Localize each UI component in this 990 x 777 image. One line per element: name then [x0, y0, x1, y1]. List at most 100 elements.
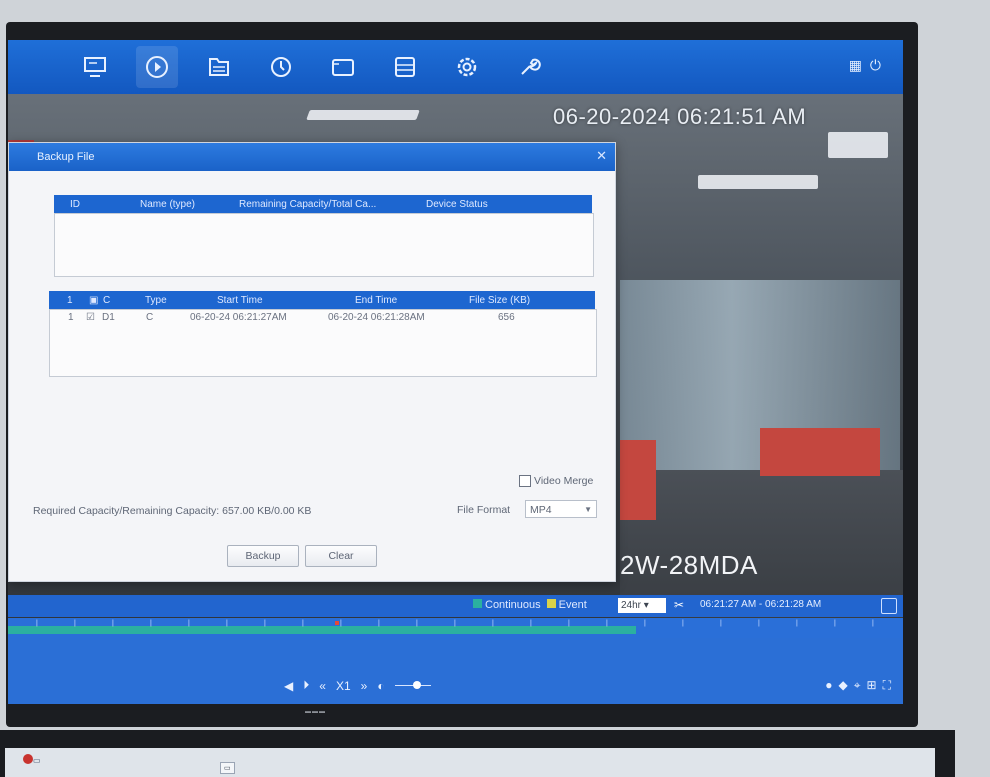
timeline-tick: |	[188, 620, 190, 627]
legend-event: Event	[546, 599, 587, 611]
backup-button[interactable]: Backup	[227, 545, 299, 567]
select-all-checkbox[interactable]: ▣	[89, 295, 98, 306]
ceiling-light	[698, 175, 818, 189]
row-index: 1	[68, 312, 74, 323]
timeline-range-text: 06:21:27 AM - 06:21:28 AM	[700, 599, 822, 610]
lock-icon[interactable]: ◆	[839, 678, 848, 693]
timeline-tick: |	[112, 620, 114, 627]
timeline-track[interactable]: ||||||||||||||||||||||||	[8, 618, 903, 638]
timeline-tick: |	[644, 620, 646, 627]
tooltip: ▭	[220, 762, 235, 774]
col-id: ID	[70, 198, 80, 210]
fullscreen-icon[interactable]: ⛶	[883, 678, 891, 693]
rewind-icon[interactable]: ◀	[284, 679, 293, 693]
table-row[interactable]: 1 ☑ D1 C 06-20-24 06:21:27AM 06-20-24 06…	[50, 312, 596, 328]
col-name: Name (type)	[140, 198, 196, 210]
file-format-value: MP4	[530, 504, 552, 516]
video-merge-option[interactable]: Video Merge	[519, 475, 594, 488]
file-format-select[interactable]: MP4 ▼	[525, 500, 597, 518]
nvr-screen: ▦ ⏻ 06-20-2024 06:21:51 AM 2W-28MDA Back…	[8, 40, 903, 704]
continuous-swatch	[473, 599, 482, 608]
timeline-range-value: 24hr	[621, 600, 642, 611]
play-pause-icon[interactable]: ⏵	[303, 678, 309, 693]
timeline-header: Continuous Event 24hr ▾ ✂ 06:21:27 AM - …	[8, 595, 903, 617]
file-table-header: 1 ▣ C Type Start Time End Time File Size…	[49, 291, 595, 309]
timeline-tick: |	[720, 620, 722, 627]
timeline-tick: |	[834, 620, 836, 627]
timeline-tick: |	[758, 620, 760, 627]
second-monitor-screen: ▭ ▭	[5, 748, 935, 777]
zoom-icon[interactable]: ⌖	[854, 678, 861, 693]
timeline-tick: |	[530, 620, 532, 627]
row-type: C	[146, 312, 154, 323]
clear-button[interactable]: Clear	[305, 545, 377, 567]
red-table	[620, 440, 656, 520]
live-view-icon[interactable]	[74, 46, 116, 88]
file-manage-icon[interactable]	[198, 46, 240, 88]
volume-icon[interactable]: ◐	[377, 679, 384, 693]
volume-knob[interactable]	[412, 681, 421, 689]
save-clip-icon[interactable]	[881, 598, 897, 614]
main-toolbar: ▦ ⏻	[8, 40, 903, 94]
volume-slider[interactable]	[394, 681, 431, 689]
close-icon[interactable]: ✕	[596, 148, 607, 164]
col-index: 1	[67, 294, 73, 306]
required-capacity-label: Required Capacity/Remaining Capacity:	[33, 505, 220, 517]
dialog-title: Backup File	[9, 143, 615, 171]
file-format-label: File Format	[457, 504, 511, 516]
event-swatch	[546, 599, 556, 608]
grid-icon[interactable]: ▦	[849, 57, 862, 74]
legend-continuous-label: Continuous	[485, 599, 541, 611]
timeline-tick: |	[264, 620, 266, 627]
timeline-tick: |	[226, 620, 228, 627]
timeline-tick: |	[454, 620, 456, 627]
timeline-tick: |	[378, 620, 380, 627]
timeline-tick: |	[796, 620, 798, 627]
device-table-body[interactable]	[54, 213, 594, 277]
maintenance-icon[interactable]	[508, 46, 550, 88]
timeline-tick: |	[36, 620, 38, 627]
legend-event-label: Event	[558, 599, 587, 611]
browser-icon[interactable]	[23, 754, 33, 764]
timeline-tick: |	[340, 620, 342, 627]
timeline-tick: |	[872, 620, 874, 627]
osd-camera-name: 2W-28MDA	[620, 550, 758, 580]
video-merge-label: Video Merge	[534, 475, 594, 487]
timeline-tick: |	[302, 620, 304, 627]
storage-icon[interactable]	[384, 46, 426, 88]
camera-icon[interactable]	[322, 46, 364, 88]
fast-forward-icon[interactable]: »	[361, 679, 368, 693]
timeline-tick: |	[150, 620, 152, 627]
required-capacity-value: 657.00 KB/0.00 KB	[222, 505, 312, 517]
timeline-tick: |	[682, 620, 684, 627]
row-end-time: 06-20-24 06:21:28AM	[328, 312, 425, 323]
backup-file-dialog: Backup File ✕ ID Name (type) Remaining C…	[8, 142, 616, 582]
playback-icon[interactable]	[136, 46, 178, 88]
layout-icon[interactable]: ⊞	[867, 678, 877, 693]
tag-icon[interactable]: ●	[825, 678, 832, 693]
col-end-time: End Time	[355, 294, 398, 306]
slow-icon[interactable]: «	[319, 679, 326, 693]
playback-controls: ◀ ⏵ « X1 » ◐ ● ◆ ⌖ ⊞ ⛶	[8, 638, 903, 704]
scissors-icon[interactable]: ✂	[674, 598, 684, 612]
smart-icon[interactable]	[260, 46, 302, 88]
browser-tab-text[interactable]: ▭	[33, 756, 41, 765]
timeline-tick: |	[568, 620, 570, 627]
row-checkbox[interactable]: ☑	[86, 312, 95, 323]
file-table-body: 1 ☑ D1 C 06-20-24 06:21:27AM 06-20-24 06…	[49, 309, 597, 377]
settings-icon[interactable]	[446, 46, 488, 88]
ceiling-light	[828, 132, 888, 158]
timeline-cursor[interactable]	[335, 621, 339, 625]
video-merge-checkbox[interactable]	[519, 475, 531, 488]
playback-speed: X1	[335, 678, 351, 693]
osd-clock: 06-20-2024 06:21:51 AM	[553, 104, 807, 129]
timeline-range-select[interactable]: 24hr ▾	[618, 598, 666, 613]
continuous-recording-bar	[8, 626, 636, 634]
monitor-brand-logo: ▬▬▬	[305, 709, 326, 715]
ceiling-light	[306, 110, 420, 120]
col-start-time: Start Time	[217, 294, 263, 306]
power-icon[interactable]: ⏻	[870, 57, 881, 74]
row-file-size: 656	[498, 312, 515, 323]
col-type: Type	[145, 294, 167, 306]
chevron-down-icon: ▼	[584, 505, 592, 514]
